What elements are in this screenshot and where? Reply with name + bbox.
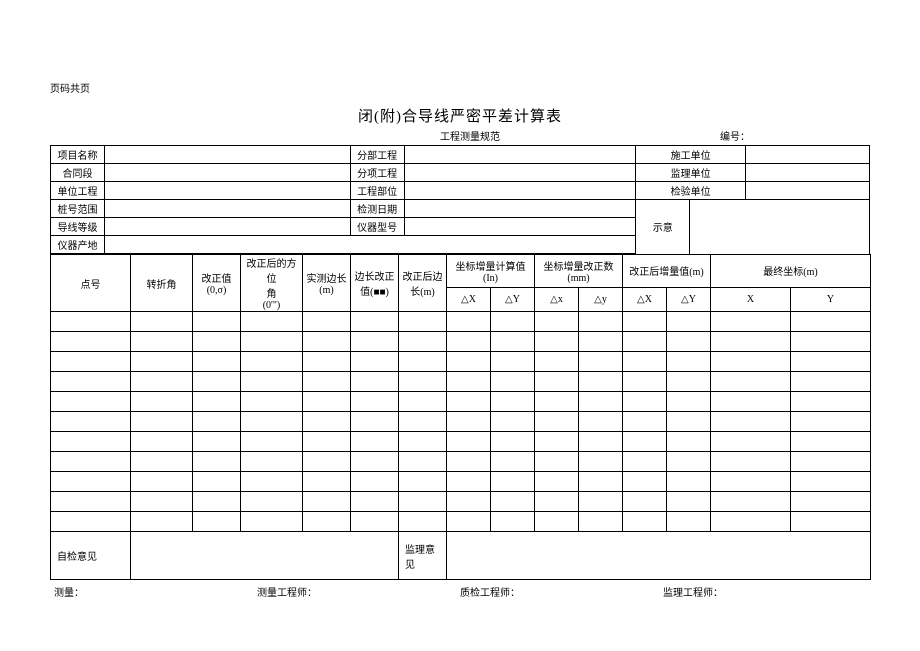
label-subpart: 分部工程 [350, 146, 404, 164]
label-supervision-unit: 监理单位 [636, 164, 746, 182]
col-azimuth: 改正后的方位 角 (0'") [241, 255, 303, 312]
spec-label: 工程测量规范 [440, 128, 500, 143]
label-instrument-model: 仪器型号 [350, 218, 404, 236]
col-group-increment-corr: 坐标增量改正数(mm) [535, 255, 623, 288]
self-check-label: 自检意见 [51, 532, 131, 580]
calculation-table: 点号 转折角 改正值 (0,σ) 改正后的方位 角 (0'") 实测边长 (m)… [50, 254, 871, 580]
col-dx2: △x [535, 287, 579, 311]
label-instrument-origin: 仪器产地 [51, 236, 105, 254]
table-row [51, 372, 871, 392]
page-marker: 页码共页 [50, 80, 870, 95]
col-x: X [711, 287, 791, 311]
table-row [51, 312, 871, 332]
table-row [51, 512, 871, 532]
label-position: 工程部位 [350, 182, 404, 200]
table-row [51, 492, 871, 512]
col-correction: 改正值 (0,σ) [193, 255, 241, 312]
label-inspection-date: 检测日期 [350, 200, 404, 218]
col-angle: 转折角 [131, 255, 193, 312]
info-header-table: 项目名称 分部工程 施工单位 合同段 分项工程 监理单位 单位工程 工程部位 检… [50, 145, 870, 254]
sig-qc-engineer: 质检工程师： [460, 584, 663, 599]
label-subitem: 分项工程 [350, 164, 404, 182]
col-length-correction: 边长改正 值(■■) [351, 255, 399, 312]
label-unit-project: 单位工程 [51, 182, 105, 200]
col-dx3: △X [623, 287, 667, 311]
table-row [51, 332, 871, 352]
col-y: Y [791, 287, 871, 311]
table-row [51, 452, 871, 472]
table-row [51, 392, 871, 412]
table-row [51, 432, 871, 452]
col-point: 点号 [51, 255, 131, 312]
col-corrected-length: 改正后边 长(m) [399, 255, 447, 312]
sig-measure-engineer: 测量工程师： [257, 584, 460, 599]
col-dy2: △y [579, 287, 623, 311]
signature-row: 测量： 测量工程师： 质检工程师： 监理工程师： [50, 584, 870, 599]
table-row [51, 412, 871, 432]
col-dy3: △Y [667, 287, 711, 311]
document-title: 闭(附)合导线严密平差计算表 [358, 109, 562, 125]
col-group-increment-calc: 坐标增量计算值(In) [447, 255, 535, 288]
col-dy1: △Y [491, 287, 535, 311]
label-traverse-grade: 导线等级 [51, 218, 105, 236]
label-schematic: 示意 [636, 200, 690, 254]
label-construction-unit: 施工单位 [636, 146, 746, 164]
table-row [51, 472, 871, 492]
supervision-label: 监理意见 [399, 532, 447, 580]
label-project-name: 项目名称 [51, 146, 105, 164]
sig-supervision-engineer: 监理工程师： [663, 584, 866, 599]
col-group-final-coord: 最终坐标(m) [711, 255, 871, 288]
label-contract: 合同段 [51, 164, 105, 182]
sig-measure: 测量： [54, 584, 257, 599]
col-measured-length: 实测边长 (m) [303, 255, 351, 312]
col-group-increment-after: 改正后增量值(m) [623, 255, 711, 288]
label-inspection-unit: 检验单位 [636, 182, 746, 200]
doc-number-label: 编号： [720, 128, 750, 143]
table-row [51, 352, 871, 372]
label-station-range: 桩号范围 [51, 200, 105, 218]
col-dx1: △X [447, 287, 491, 311]
